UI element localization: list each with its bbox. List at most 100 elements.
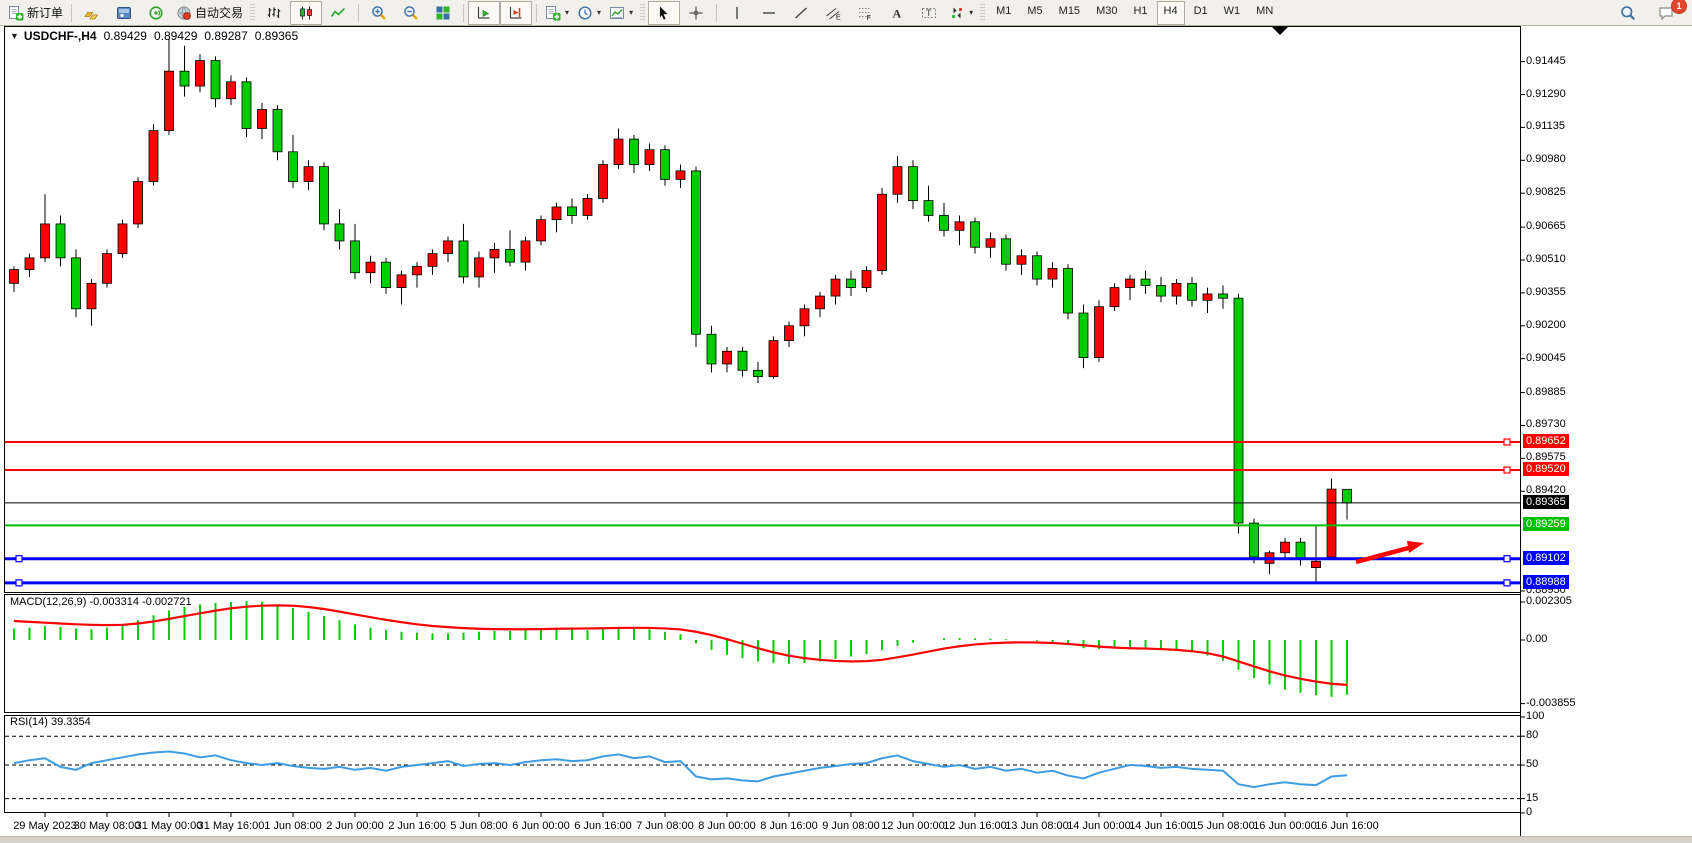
toolbar-separator (536, 4, 537, 22)
tiles-icon (435, 5, 451, 21)
trendline-icon (793, 5, 809, 21)
toolbar-separator (716, 4, 717, 22)
line-chart-mode-button[interactable] (322, 1, 354, 25)
autoscroll-icon (476, 5, 492, 21)
price-close: 0.89365 (255, 29, 298, 43)
chevron-down-icon[interactable]: ▾ (629, 8, 633, 17)
chevron-down-icon[interactable]: ▾ (969, 8, 973, 17)
macd-label: MACD(12,26,9) -0.003314 -0.002721 (10, 596, 192, 608)
templates-button[interactable]: ▾ (605, 1, 637, 25)
text-button[interactable]: A (881, 1, 913, 25)
timeframe-m15-button[interactable]: M15 (1052, 1, 1087, 25)
timeframe-toolbar: M1M5M15M30H1H4D1W1MN (988, 1, 1281, 25)
bars-icon (266, 5, 282, 21)
price-axis-label: 0.89885 (1526, 386, 1566, 398)
template-icon (609, 5, 625, 21)
toolbar-separator (250, 4, 255, 22)
svg-text:A: A (893, 6, 902, 20)
new-order-icon (8, 5, 24, 21)
vline-icon (729, 5, 745, 21)
channel-icon: E (825, 5, 841, 21)
button-label: 自动交易 (195, 4, 243, 21)
toolbar-separator (640, 4, 645, 22)
linechart-icon (330, 5, 346, 21)
editor-icon (116, 5, 132, 21)
new-order-button[interactable]: 新订单 (4, 1, 67, 25)
timeframe-m30-button[interactable]: M30 (1089, 1, 1124, 25)
price-axis-label: 0.90825 (1526, 186, 1566, 198)
notifications-button[interactable]: 1 (1650, 1, 1682, 25)
zoom-out-button[interactable] (395, 1, 427, 25)
timeframe-d1-button[interactable]: D1 (1187, 1, 1215, 25)
meta-editor-button[interactable] (108, 1, 140, 25)
price-marker-label: 0.89365 (1523, 495, 1569, 509)
text-icon: A (889, 5, 905, 21)
timeframe-m1-button[interactable]: M1 (989, 1, 1018, 25)
text-label-button[interactable]: T (913, 1, 945, 25)
arrow-objects-button[interactable]: ▾ (945, 1, 977, 25)
chart-shift-button[interactable] (500, 1, 532, 25)
price-marker-label: 0.89652 (1523, 434, 1569, 448)
signals-button[interactable] (140, 1, 172, 25)
notification-badge: 1 (1671, 0, 1687, 14)
price-axis-label: 0.91135 (1526, 120, 1565, 132)
svg-text:T: T (926, 8, 932, 18)
hline-icon (761, 5, 777, 21)
cursor-button[interactable] (648, 1, 680, 25)
price-high: 0.89429 (154, 29, 197, 43)
periods-button[interactable]: ▾ (573, 1, 605, 25)
timeframe-h4-button[interactable]: H4 (1157, 1, 1185, 25)
toolbar-grip (980, 4, 985, 22)
rsi-axis-label: 0 (1526, 806, 1532, 818)
label-icon: T (921, 5, 937, 21)
time-axis-label: 16 Jun 16:00 (1305, 820, 1389, 832)
toolbar-buttons: 新订单 自动交易 ▾ ▾ ▾ E F A T ▾ (4, 1, 977, 25)
macd-axis-label: 0.002305 (1526, 595, 1572, 607)
toolbar-separator (71, 4, 72, 22)
price-axis-label: 0.91445 (1526, 55, 1566, 67)
zoom-in-button[interactable] (363, 1, 395, 25)
rsi-label: RSI(14) 39.3354 (10, 716, 91, 728)
candlestick-mode-button[interactable] (290, 1, 322, 25)
collapse-chart-icon[interactable]: ▼ (10, 31, 19, 41)
auto-trading-button[interactable]: 自动交易 (172, 1, 247, 25)
equidistant-channel-button[interactable]: E (817, 1, 849, 25)
chevron-down-icon[interactable]: ▾ (565, 8, 569, 17)
macd-axis-label: -0.003855 (1526, 697, 1576, 709)
timeframe-h1-button[interactable]: H1 (1126, 1, 1154, 25)
price-axis-label: 0.90980 (1526, 153, 1566, 165)
zoom-out-icon (403, 5, 419, 21)
main-toolbar: 新订单 自动交易 ▾ ▾ ▾ E F A T ▾ M1M5M15M30H1H4D1W1MN 1 (0, 0, 1692, 26)
chart-window[interactable] (0, 26, 1692, 842)
price-marker-label: 0.89102 (1523, 551, 1569, 565)
indicators-list-button[interactable]: ▾ (541, 1, 573, 25)
rsi-axis-label: 50 (1526, 758, 1538, 770)
auto-scroll-button[interactable] (468, 1, 500, 25)
fibonacci-button[interactable]: F (849, 1, 881, 25)
gold-icon (84, 5, 100, 21)
svg-text:F: F (867, 13, 872, 21)
cursor-icon (656, 5, 672, 21)
price-marker-label: 0.88988 (1523, 575, 1569, 589)
timeframe-w1-button[interactable]: W1 (1217, 1, 1248, 25)
price-open: 0.89429 (104, 29, 147, 43)
chevron-down-icon[interactable]: ▾ (597, 8, 601, 17)
vertical-line-button[interactable] (721, 1, 753, 25)
chart-symbol-period: USDCHF-,H4 (24, 29, 97, 43)
market-gold-button[interactable] (76, 1, 108, 25)
bar-chart-mode-button[interactable] (258, 1, 290, 25)
horizontal-line-button[interactable] (753, 1, 785, 25)
macd-axis-label: 0.00 (1526, 633, 1547, 645)
rsi-axis-label: 100 (1526, 710, 1544, 722)
arrows-icon (949, 5, 965, 21)
timeframe-m5-button[interactable]: M5 (1020, 1, 1049, 25)
crosshair-button[interactable] (680, 1, 712, 25)
timeframe-mn-button[interactable]: MN (1249, 1, 1280, 25)
trendline-button[interactable] (785, 1, 817, 25)
search-icon (1620, 5, 1636, 21)
tile-windows-button[interactable] (427, 1, 459, 25)
toolbar-separator (463, 4, 464, 22)
search-button[interactable] (1612, 1, 1644, 25)
signal-icon (148, 5, 164, 21)
price-axis-label: 0.90200 (1526, 319, 1566, 331)
